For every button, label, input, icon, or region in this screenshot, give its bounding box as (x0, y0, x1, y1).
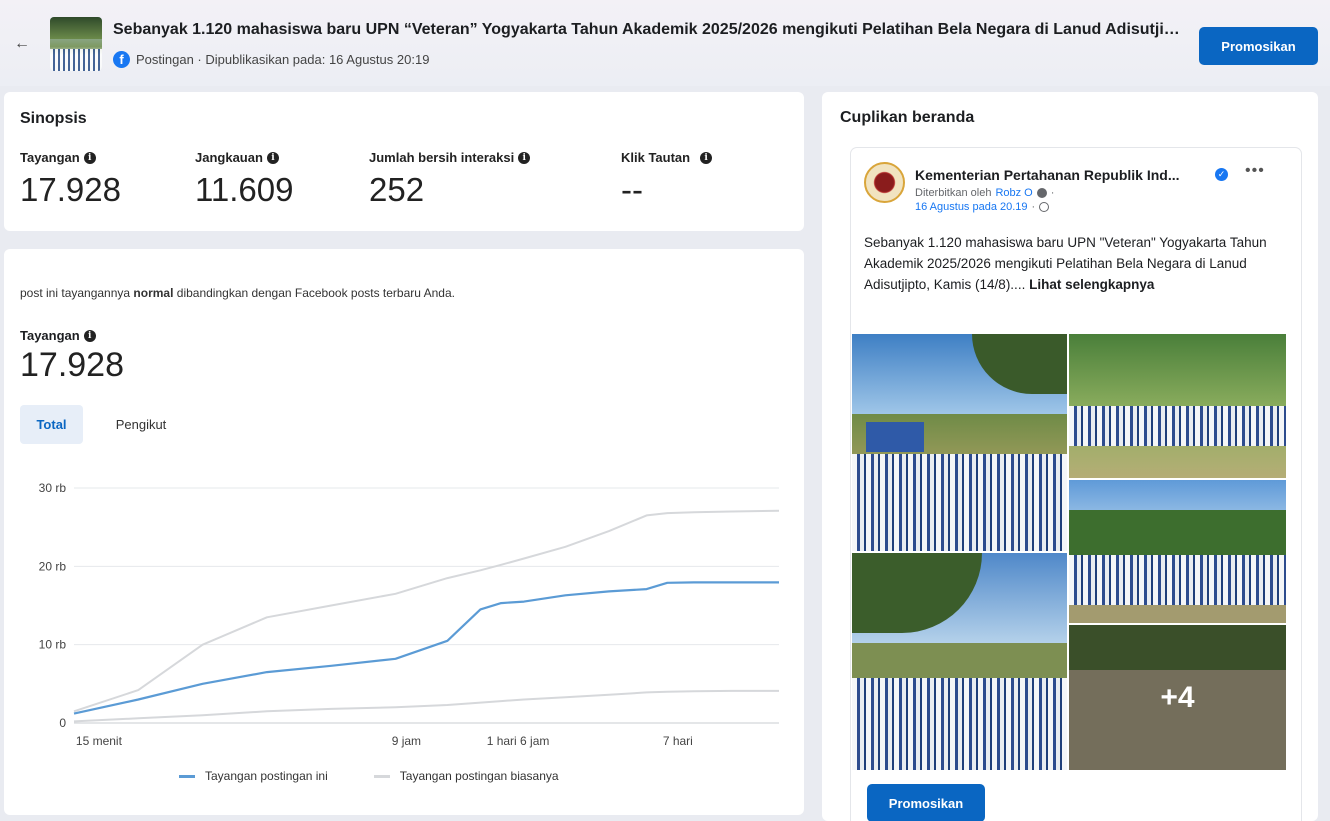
feed-preview-card: Cuplikan beranda Kementerian Pertahanan … (822, 92, 1318, 821)
promote-button[interactable]: Promosikan (1199, 27, 1318, 65)
post-body: Sebanyak 1.120 mahasiswa baru UPN "Veter… (864, 232, 1284, 295)
post-photo-more[interactable]: +4 (1069, 625, 1286, 770)
post-meta-text: Postingan · Dipublikasikan pada: 16 Agus… (136, 52, 430, 67)
arrow-left-icon: ← (14, 35, 30, 52)
tab-total[interactable]: Total (20, 405, 83, 444)
page-name[interactable]: Kementerian Pertahanan Republik Ind... (915, 167, 1205, 183)
y-tick-label: 10 rb (39, 638, 67, 652)
globe-icon (1039, 202, 1050, 212)
desc-text: dibandingkan dengan Facebook posts terba… (173, 286, 455, 300)
performance-card: post ini tayangannya normal dibandingkan… (4, 249, 804, 815)
promote-button-preview[interactable]: Promosikan (867, 784, 985, 821)
info-icon[interactable]: i (518, 151, 531, 164)
page-avatar[interactable] (864, 162, 905, 203)
series-line-this-post (73, 581, 779, 715)
post-meta: f Postingan · Dipublikasikan pada: 16 Ag… (113, 51, 429, 68)
info-icon[interactable]: i (700, 151, 713, 164)
see-more-link[interactable]: Lihat selengkapnya (1029, 277, 1154, 292)
metric-reach: Jangkauan i 11.609 (195, 150, 293, 209)
legend-label: Tayangan postingan ini (205, 769, 328, 783)
post-title: Sebanyak 1.120 mahasiswa baru UPN “Veter… (113, 21, 1183, 38)
info-icon[interactable] (1036, 188, 1047, 198)
post-photo[interactable] (852, 334, 1067, 551)
metric-label: Klik Tautan (621, 150, 691, 165)
published-by: Diterbitkan oleh Robz O · (915, 187, 1055, 199)
metric-value: -- (621, 171, 643, 208)
metric-label: Jumlah bersih interaksi (369, 150, 515, 165)
info-icon[interactable]: i (266, 151, 279, 164)
legend-swatch (179, 774, 195, 778)
legend-item-typical-post: Tayangan postingan biasanya (373, 769, 559, 783)
views-value: 17.928 (20, 346, 124, 384)
facebook-icon: f (113, 51, 130, 68)
metric-value: 252 (369, 171, 425, 208)
metric-link-clicks: Klik Tautan i -- (621, 150, 713, 209)
metric-label: Tayangan (20, 150, 80, 165)
post-date-link[interactable]: 16 Agustus pada 20.19 (915, 201, 1028, 213)
x-tick-label: 15 menit (76, 734, 123, 748)
x-tick-label: 1 hari 6 jam (487, 734, 550, 748)
y-tick-label: 0 (59, 716, 66, 730)
facebook-post-preview: Kementerian Pertahanan Republik Ind... ✓… (851, 148, 1301, 821)
post-header: ← Sebanyak 1.120 mahasiswa baru UPN “Vet… (0, 0, 1330, 86)
legend-label: Tayangan postingan biasanya (399, 769, 559, 783)
views-label: Tayangan i (20, 328, 96, 343)
metric-value: 17.928 (20, 171, 121, 208)
views-label-text: Tayangan (20, 328, 80, 343)
x-tick-label: 7 hari (663, 734, 693, 748)
post-photo[interactable] (1069, 480, 1286, 623)
info-icon[interactable]: i (83, 151, 96, 164)
performance-description: post ini tayangannya normal dibandingkan… (20, 286, 455, 300)
x-tick-label: 9 jam (392, 734, 421, 748)
y-tick-label: 30 rb (39, 481, 67, 495)
synopsis-title: Sinopsis (20, 110, 87, 127)
legend-item-this-post: Tayangan postingan ini (179, 769, 328, 783)
metric-label: Jangkauan (195, 150, 263, 165)
more-photos-count: +4 (1069, 625, 1286, 770)
tab-followers[interactable]: Pengikut (96, 405, 186, 444)
post-thumbnail (50, 17, 102, 71)
metric-impressions: Tayangan i 17.928 (20, 150, 121, 209)
desc-bold: normal (133, 286, 174, 300)
verified-badge-icon: ✓ (1215, 168, 1228, 181)
metric-interactions: Jumlah bersih interaksi i 252 (369, 150, 531, 209)
series-line-typical-followers (73, 689, 779, 723)
synopsis-card: Sinopsis Tayangan i 17.928 Jangkauan i 11.… (4, 92, 804, 231)
legend-swatch (373, 774, 390, 778)
publisher-link[interactable]: Robz O (995, 187, 1032, 199)
desc-text: post ini tayangannya (20, 286, 134, 300)
y-tick-label: 20 rb (39, 559, 67, 573)
back-button[interactable]: ← (12, 34, 32, 54)
post-date: 16 Agustus pada 20.19 · (915, 201, 1050, 213)
post-photo[interactable] (852, 553, 1067, 770)
series-line-typical-post (73, 509, 780, 713)
metric-value: 11.609 (195, 171, 294, 208)
post-photo[interactable] (1069, 334, 1286, 478)
chart-legend: Tayangan postingan ini Tayangan postinga… (179, 769, 559, 783)
more-options-icon[interactable]: ••• (1245, 162, 1265, 180)
info-icon[interactable]: i (83, 329, 96, 342)
preview-title: Cuplikan beranda (840, 109, 975, 126)
views-line-chart: 0 10 rb 20 rb 30 rb 15 menit 9 jam 1 hari 6 ja… (39, 481, 780, 748)
published-by-prefix: Diterbitkan oleh (915, 187, 992, 199)
